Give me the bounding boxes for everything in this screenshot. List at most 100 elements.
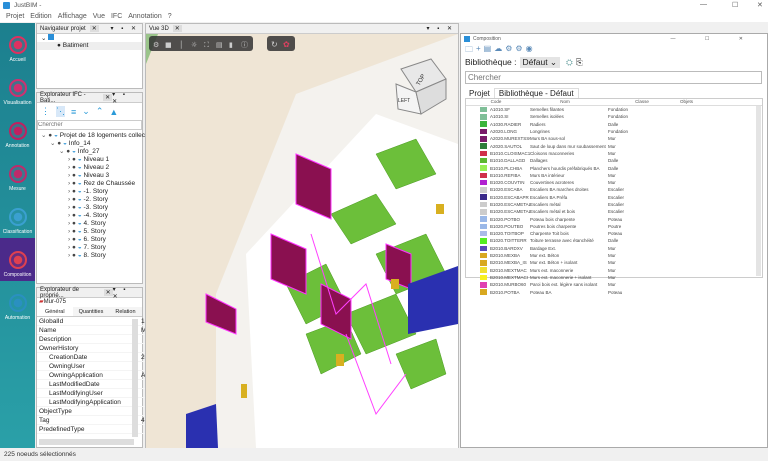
library-import-icon[interactable]: ⎘ <box>576 57 583 68</box>
sidebar-item-visualisation[interactable]: Visualisation <box>0 66 35 109</box>
sidebar-item-automation[interactable]: Automation <box>0 281 35 324</box>
visibility-icon[interactable]: ● <box>66 148 70 155</box>
visibility-icon[interactable]: ● <box>72 244 76 251</box>
table-row[interactable]: B2010.MURBO60 Paroi bois ext. légère sans… <box>466 281 762 288</box>
visibility-icon[interactable]: ● <box>57 140 61 147</box>
composition-search-input[interactable] <box>465 71 762 84</box>
menu-affichage[interactable]: Affichage <box>58 13 87 20</box>
visibility-icon[interactable]: ● <box>72 188 76 195</box>
table-row[interactable]: B1020.COUVTIN Couvertines acroteres Mur <box>466 179 762 186</box>
table-row[interactable]: A1010.SF Semelles filantes Fondation <box>466 106 762 113</box>
expand-all-icon[interactable]: ⌄ <box>82 106 90 117</box>
visibility-icon[interactable]: ● <box>72 164 76 171</box>
panel-controls[interactable]: ▾ ▪ ✕ <box>112 91 139 105</box>
document-icon[interactable]: ▤ <box>484 44 492 55</box>
table-row[interactable]: B1020.ESCABA Escaliers BA marches droites… <box>466 186 762 193</box>
tree-item[interactable]: › ● ◒ 7. Story <box>37 244 142 252</box>
tree-item[interactable]: › ● ◒ 6. Story <box>37 236 142 244</box>
col-code[interactable]: Code <box>466 99 526 105</box>
sidebar-item-annotation[interactable]: Annotation <box>0 109 35 152</box>
visibility-icon[interactable]: ● <box>72 212 76 219</box>
floor-icon[interactable]: ▤ <box>216 41 223 49</box>
tree-item[interactable]: › ● ◒ 8. Story <box>37 252 142 260</box>
tab-bibliotheque[interactable]: Bibliothèque - Défaut <box>493 88 579 98</box>
door-icon[interactable]: ▮ <box>229 41 233 49</box>
link-icon[interactable]: ☁ <box>494 44 502 55</box>
table-row[interactable]: B1010.CLOISMAC1 Cloisons maconneries Mur <box>466 150 762 157</box>
table-row[interactable]: A2020.LONG Longrines Fondation <box>466 128 762 135</box>
visibility-icon[interactable]: ● <box>72 228 76 235</box>
table-row[interactable]: A1030.RADIER Radiers Dalle <box>466 121 762 128</box>
table-row[interactable]: B1010.REFIBA Murs BA intérieur Mur <box>466 172 762 179</box>
visibility-icon[interactable]: ● <box>72 204 76 211</box>
window-controls[interactable]: — ☐ ✕ <box>671 36 757 42</box>
visibility-icon[interactable]: ● <box>72 252 76 259</box>
box-icon[interactable]: ■ <box>165 41 172 49</box>
lamp-icon[interactable]: ☼ <box>191 41 197 49</box>
add-icon[interactable]: + <box>476 44 481 55</box>
3d-viewport[interactable]: ⚙ ■ │ ☼ ⛶ ▤ ▮ ⓘ ↻ ✿ TOP LEFT <box>146 34 458 448</box>
menu-help[interactable]: ? <box>168 13 172 20</box>
tree-item[interactable]: › ● ◒ Niveau 1 <box>37 156 142 164</box>
table-row[interactable]: B1010.DALLAGD Dallages Dalle <box>466 157 762 164</box>
menu-ifc[interactable]: IFC <box>111 13 122 20</box>
library-manage-icon[interactable]: ⛭ <box>566 57 573 68</box>
panel-controls[interactable]: ▾ ▪ ✕ <box>113 286 139 300</box>
tab-quantities[interactable]: Quantities <box>73 307 110 316</box>
visibility-icon[interactable]: ● <box>48 132 52 139</box>
table-row[interactable]: B1020.POUTBO Poutres bois charpente Poutre <box>466 223 762 230</box>
tree-item[interactable]: › ● ◒ -2. Story <box>37 196 142 204</box>
table-row[interactable]: B1020.TOITBOP Charpente Toit bois Poteau <box>466 230 762 237</box>
table-row[interactable]: B2010.MEXTMAC Murs ext. maconnerie Mur <box>466 267 762 274</box>
table-row[interactable]: B1020.POTBO Poteau bois charpente Poteau <box>466 215 762 222</box>
table-row[interactable]: B1020.ESCABAPR Escaliers BA Préfa Escalier <box>466 194 762 201</box>
menu-edition[interactable]: Edition <box>30 13 51 20</box>
section-icon[interactable]: │ <box>179 40 183 49</box>
camera-icon[interactable]: ⚙ <box>153 41 159 49</box>
settings2-icon[interactable]: ⚙ <box>515 44 522 55</box>
table-scrollbar[interactable] <box>756 106 761 276</box>
tab-relation[interactable]: Relation <box>109 307 141 316</box>
panel-controls[interactable]: ▾ ▪ ✕ <box>427 25 456 32</box>
horizontal-scrollbar[interactable] <box>39 439 134 445</box>
table-row[interactable]: A2020.SAUTOL Saut de loup dans mur soubas… <box>466 142 762 149</box>
tree-item[interactable]: › ● ◒ 4. Story <box>37 220 142 228</box>
close-button[interactable]: ✕ <box>757 1 763 9</box>
maximize-button[interactable]: ☐ <box>732 1 738 9</box>
tree-item[interactable]: › ● ◒ Niveau 3 <box>37 172 142 180</box>
table-row[interactable]: B1020.ESCAMETAL Escaliers métal Escalier <box>466 201 762 208</box>
tree-item[interactable]: › ● ◒ 5. Story <box>37 228 142 236</box>
fit-icon[interactable]: ⛶ <box>204 41 209 49</box>
visibility-icon[interactable]: ● <box>72 172 76 179</box>
close-tab-button[interactable]: ✕ <box>89 25 99 32</box>
settings-icon[interactable]: ⚙ <box>505 44 512 55</box>
tree-expand-icon[interactable]: ⋮ <box>41 106 50 117</box>
visibility-icon[interactable]: ● <box>72 196 76 203</box>
tree-item[interactable]: › ● ◒ -3. Story <box>37 204 142 212</box>
minimize-button[interactable]: — <box>700 1 707 8</box>
sidebar-item-classification[interactable]: Classification <box>0 195 35 238</box>
menu-projet[interactable]: Projet <box>6 13 24 20</box>
tree-item[interactable]: ⌄ ● ◒ Projet de 18 logements collec... <box>37 132 150 140</box>
visibility-icon[interactable]: ● <box>72 180 76 187</box>
library-select[interactable]: Défaut ⌄ <box>519 56 561 68</box>
ifc-search-input[interactable] <box>37 120 142 130</box>
col-objets[interactable]: Objets <box>680 99 710 105</box>
tree-item[interactable]: › ● ◒ -4. Story <box>37 212 142 220</box>
col-nom[interactable]: Nom <box>526 99 604 105</box>
table-row[interactable]: B2010.POTBA Poteau BA Poteau <box>466 288 762 295</box>
tree-item[interactable]: › ● ◒ Niveau 2 <box>37 164 142 172</box>
globe-icon[interactable]: ◉ <box>526 44 533 55</box>
tree-item-batiment[interactable]: ● Batiment <box>37 42 142 50</box>
table-row[interactable]: B2010.MEXTMACI Murs ext. maconnerie + iso… <box>466 274 762 281</box>
table-row[interactable]: B2010.BARDXV Bardage Ext. Mur <box>466 245 762 252</box>
tree-list-icon[interactable]: ≡ <box>71 107 76 117</box>
sidebar-item-mesure[interactable]: Mesure <box>0 152 35 195</box>
table-row[interactable]: A2020.MUREXTSSOLMurs BA sous-solMur <box>466 135 762 142</box>
sidebar-item-accueil[interactable]: Accueil <box>0 23 35 66</box>
table-row[interactable]: B1020.ESCAMETALB Escaliers métal et bois E… <box>466 208 762 215</box>
project-root[interactable]: ⌄ <box>37 34 142 42</box>
close-tab-button[interactable]: ✕ <box>103 289 113 296</box>
rotate-icon[interactable]: ↻ <box>271 40 278 49</box>
tab-general[interactable]: Général <box>37 307 73 316</box>
